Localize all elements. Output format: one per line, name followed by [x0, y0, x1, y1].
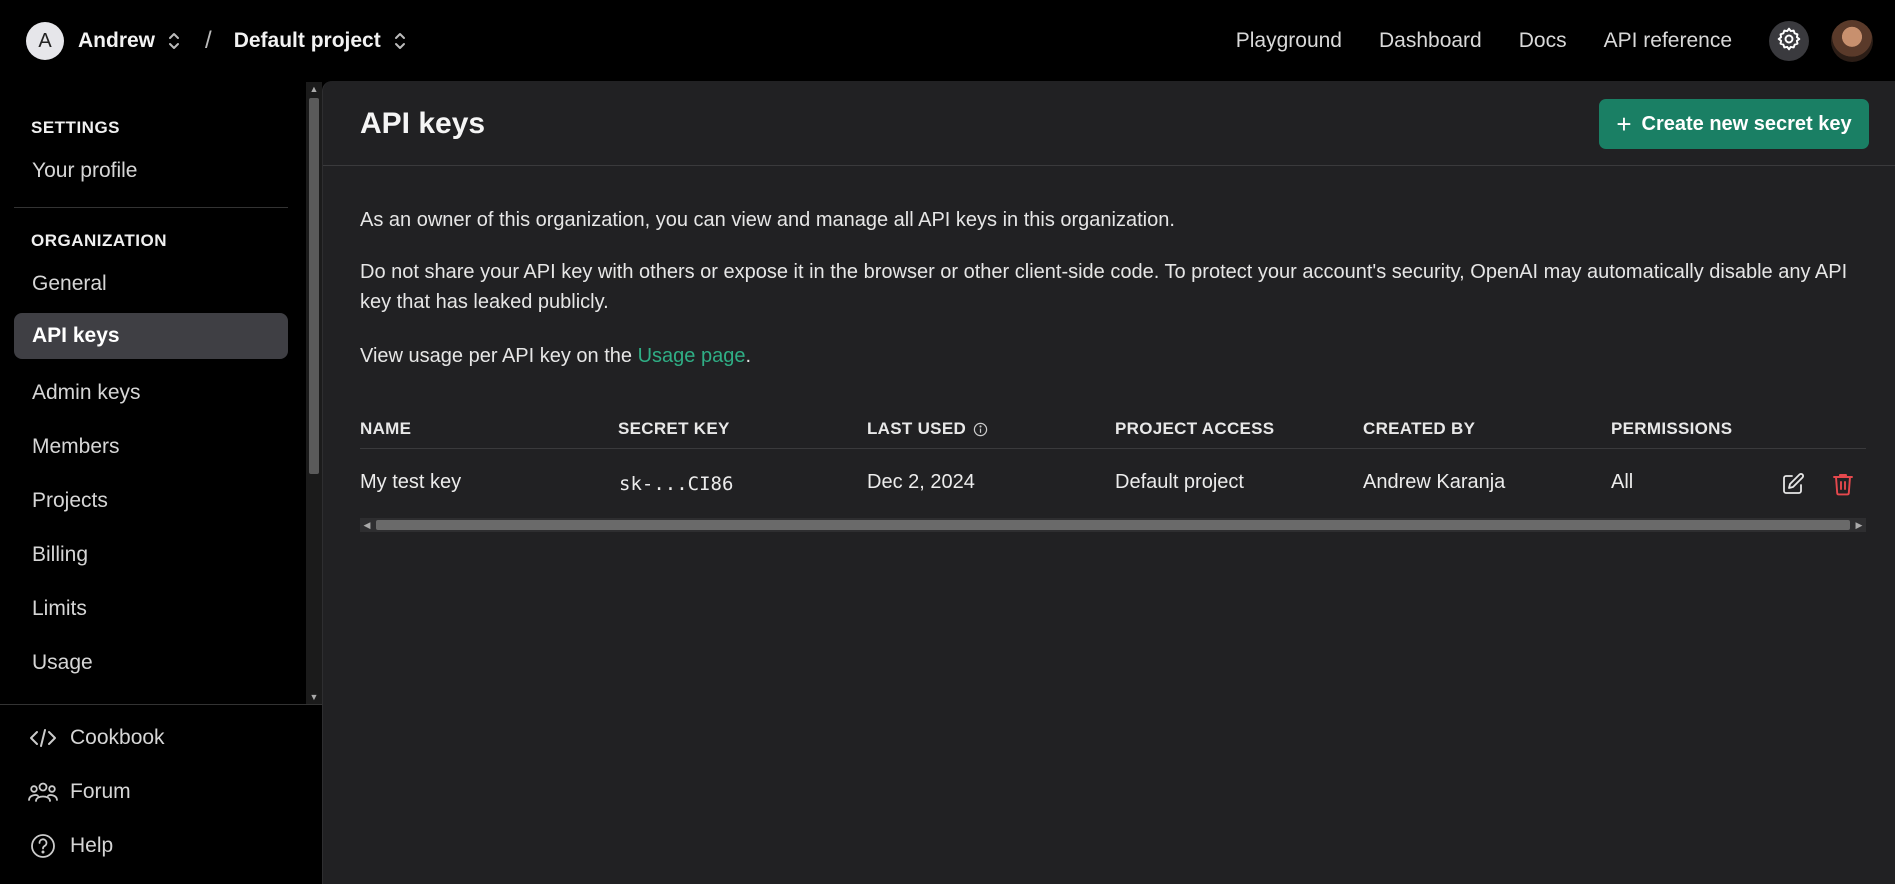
created-by-cell: Andrew Karanja	[1363, 471, 1506, 493]
usage-notice-suffix: .	[745, 345, 752, 367]
top-nav: Playground Dashboard Docs API reference	[1236, 0, 1895, 82]
section-label-organization: ORGANIZATION	[31, 231, 168, 250]
help-icon	[28, 831, 58, 861]
scrollbar-thumb[interactable]	[376, 520, 1850, 530]
usage-notice-prefix: View usage per API key on the	[360, 345, 638, 367]
top-bar: A Andrew / Default project Playground Da…	[0, 0, 1895, 82]
page-title: API keys	[360, 107, 486, 140]
sidebar: SETTINGS Your profile ORGANIZATION Gener…	[0, 82, 322, 884]
cookbook-label: Cookbook	[70, 726, 165, 749]
org-avatar[interactable]: A	[26, 22, 64, 60]
settings-button[interactable]	[1769, 21, 1809, 61]
sidebar-scroll-area: SETTINGS Your profile ORGANIZATION Gener…	[0, 82, 306, 704]
sidebar-item-members[interactable]: Members	[14, 424, 288, 470]
column-header-secret-key: SECRET KEY	[618, 419, 730, 438]
sidebar-item-your-profile[interactable]: Your profile	[14, 148, 288, 194]
usage-notice: View usage per API key on the Usage page…	[360, 341, 1860, 371]
table-header-divider	[360, 448, 1866, 449]
key-name-cell: My test key	[360, 471, 462, 493]
org-switcher[interactable]: Andrew	[78, 29, 155, 53]
edit-icon[interactable]	[1780, 471, 1806, 497]
sidebar-item-billing[interactable]: Billing	[14, 532, 288, 578]
user-avatar[interactable]	[1831, 20, 1873, 62]
sidebar-divider	[14, 207, 288, 208]
sidebar-item-projects[interactable]: Projects	[14, 478, 288, 524]
column-header-project-access: PROJECT ACCESS	[1115, 419, 1275, 438]
column-header-name: NAME	[360, 419, 412, 438]
sidebar-item-help[interactable]: Help	[28, 826, 113, 866]
forum-label: Forum	[70, 780, 131, 803]
sidebar-item-forum[interactable]: Forum	[28, 772, 131, 812]
column-header-created-by: CREATED BY	[1363, 419, 1476, 438]
last-used-label: LAST USED	[867, 419, 967, 438]
permissions-cell: All	[1611, 471, 1634, 493]
nav-docs[interactable]: Docs	[1519, 29, 1567, 53]
main-header: API keys + Create new secret key	[323, 81, 1895, 166]
usage-page-link[interactable]: Usage page	[638, 345, 746, 367]
scrollbar-thumb[interactable]	[309, 98, 319, 474]
scroll-left-arrow[interactable]: ◀	[360, 518, 374, 532]
sidebar-item-cookbook[interactable]: Cookbook	[28, 718, 165, 758]
help-label: Help	[70, 834, 114, 857]
plus-icon: +	[1616, 108, 1632, 139]
scroll-up-arrow[interactable]: ▲	[306, 82, 322, 96]
sidebar-item-general[interactable]: General	[14, 261, 288, 307]
project-switcher[interactable]: Default project	[234, 29, 381, 53]
sidebar-item-usage[interactable]: Usage	[14, 640, 288, 686]
sidebar-scrollbar[interactable]: ▲ ▼	[306, 82, 322, 704]
gear-icon	[1776, 26, 1802, 57]
section-label-settings: SETTINGS	[31, 118, 121, 137]
table-horizontal-scrollbar[interactable]: ◀ ▶	[360, 518, 1866, 532]
scroll-right-arrow[interactable]: ▶	[1852, 518, 1866, 532]
code-icon	[28, 723, 58, 753]
main-panel: API keys + Create new secret key As an o…	[322, 81, 1895, 884]
column-header-permissions: PERMISSIONS	[1611, 419, 1733, 438]
nav-playground[interactable]: Playground	[1236, 29, 1342, 53]
create-secret-key-label: Create new secret key	[1641, 112, 1852, 135]
security-notice: Do not share your API key with others or…	[360, 261, 1848, 313]
secret-key-cell: sk-...CI86	[619, 473, 734, 495]
column-header-last-used: LAST USED	[867, 419, 988, 439]
sidebar-item-api-keys[interactable]: API keys	[14, 313, 288, 359]
nav-api-reference[interactable]: API reference	[1604, 29, 1732, 53]
sidebar-item-limits[interactable]: Limits	[14, 586, 288, 632]
trash-icon[interactable]	[1830, 471, 1856, 497]
chevron-updown-icon[interactable]	[391, 29, 409, 53]
nav-dashboard[interactable]: Dashboard	[1379, 29, 1482, 53]
info-icon[interactable]	[973, 422, 988, 437]
breadcrumb-separator: /	[205, 27, 212, 54]
users-icon	[28, 777, 58, 807]
create-secret-key-button[interactable]: + Create new secret key	[1599, 99, 1869, 149]
last-used-cell: Dec 2, 2024	[867, 471, 975, 493]
chevron-updown-icon[interactable]	[165, 29, 183, 53]
project-access-cell: Default project	[1115, 471, 1244, 493]
scroll-down-arrow[interactable]: ▼	[306, 690, 322, 704]
sidebar-item-admin-keys[interactable]: Admin keys	[14, 370, 288, 416]
owner-notice: As an owner of this organization, you ca…	[360, 209, 1175, 231]
sidebar-bottom-divider	[0, 704, 322, 705]
